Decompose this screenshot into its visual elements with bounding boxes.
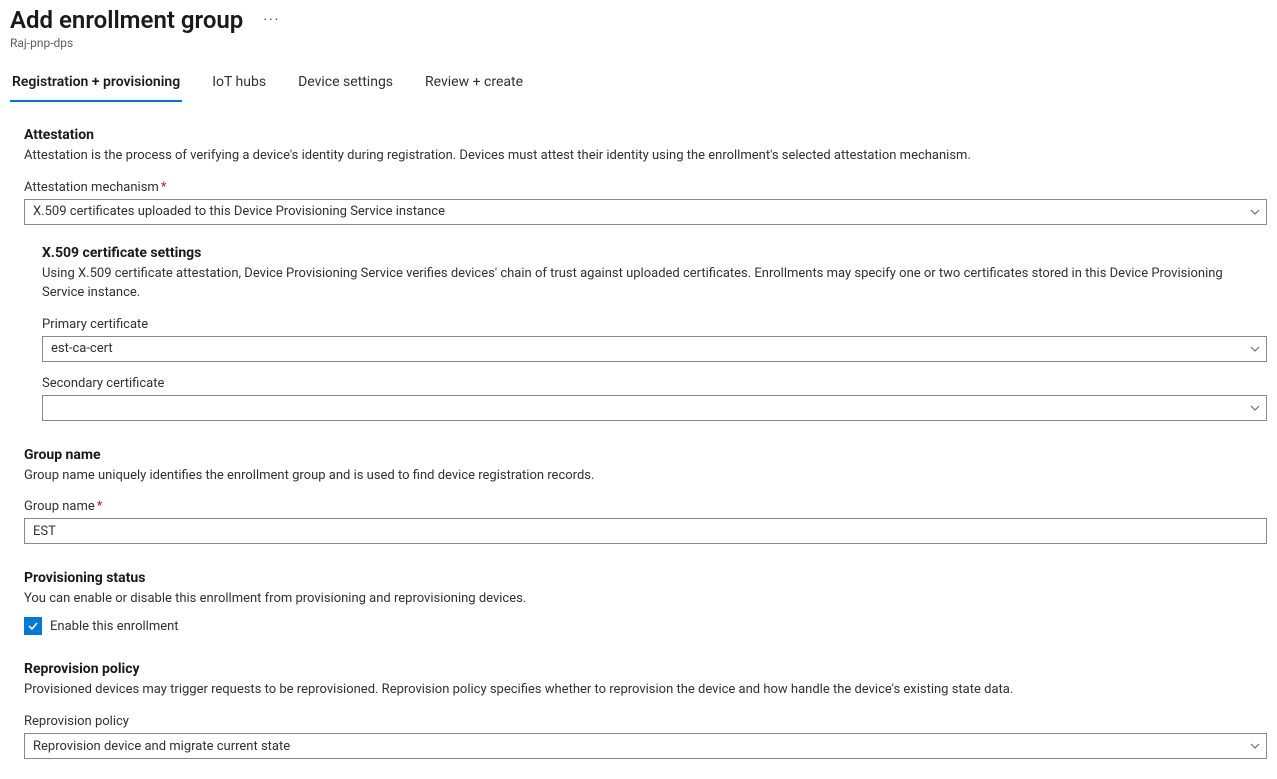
x509-section: X.509 certificate settings Using X.509 c… [24,245,1267,421]
primary-cert-select[interactable]: est-ca-cert [42,336,1267,362]
group-name-section: Group name Group name uniquely identifie… [24,447,1267,545]
reprovision-section: Reprovision policy Provisioned devices m… [24,661,1267,759]
tab-registration-provisioning[interactable]: Registration + provisioning [10,68,182,102]
group-name-label: Group name* [24,499,1267,514]
group-name-input[interactable] [24,518,1267,544]
x509-heading: X.509 certificate settings [42,245,1267,261]
page-title: Add enrollment group [10,6,243,34]
tab-bar: Registration + provisioning IoT hubs Devic… [10,68,1267,103]
tab-review-create[interactable]: Review + create [423,68,525,102]
attestation-mechanism-select[interactable]: X.509 certificates uploaded to this Devi… [24,199,1267,225]
attestation-heading: Attestation [24,127,1267,143]
attestation-mechanism-label: Attestation mechanism* [24,180,1267,195]
provisioning-status-section: Provisioning status You can enable or di… [24,570,1267,635]
tab-device-settings[interactable]: Device settings [296,68,395,102]
x509-desc: Using X.509 certificate attestation, Dev… [42,265,1267,303]
resource-subtitle: Raj-pnp-dps [10,36,1267,50]
enable-enrollment-checkbox[interactable] [24,617,42,635]
primary-cert-label: Primary certificate [42,317,1267,332]
provisioning-status-desc: You can enable or disable this enrollmen… [24,590,1267,609]
reprovision-heading: Reprovision policy [24,661,1267,677]
more-actions-button[interactable]: ··· [259,13,284,27]
secondary-cert-select[interactable] [42,395,1267,421]
attestation-section: Attestation Attestation is the process o… [24,127,1267,225]
reprovision-policy-select[interactable]: Reprovision device and migrate current s… [24,733,1267,759]
reprovision-policy-label: Reprovision policy [24,714,1267,729]
group-name-heading: Group name [24,447,1267,463]
provisioning-status-heading: Provisioning status [24,570,1267,586]
reprovision-desc: Provisioned devices may trigger requests… [24,681,1267,700]
tab-iot-hubs[interactable]: IoT hubs [210,68,268,102]
secondary-cert-label: Secondary certificate [42,376,1267,391]
attestation-desc: Attestation is the process of verifying … [24,147,1267,166]
enable-enrollment-label: Enable this enrollment [50,619,179,634]
group-name-desc: Group name uniquely identifies the enrol… [24,467,1267,486]
